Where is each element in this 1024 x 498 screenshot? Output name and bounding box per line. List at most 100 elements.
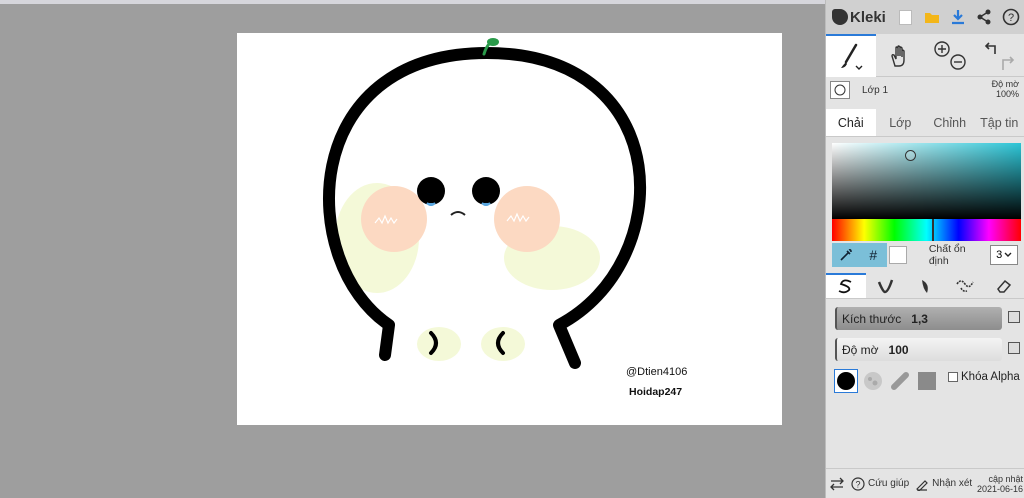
tip-square[interactable] <box>915 369 939 393</box>
brush-tips-row: Khóa Alpha <box>834 369 1024 393</box>
undo-icon[interactable] <box>985 41 997 54</box>
pixel-brush-icon <box>955 279 974 292</box>
update-label: cập nhật <box>988 473 1023 484</box>
update-date: 2021-06-16 <box>976 483 1023 494</box>
feedback-icon <box>916 479 929 491</box>
layer-preview-icon <box>834 84 846 96</box>
drawing-canvas[interactable]: @Dtien4106 Hoidap247 <box>237 33 782 425</box>
zoom-out-icon[interactable] <box>950 53 966 70</box>
redo-icon[interactable] <box>1002 55 1015 70</box>
hand-tool-button[interactable] <box>876 34 926 77</box>
panel-tabs: Chải Lớp Chỉnh Tập tin <box>826 109 1024 137</box>
round-tip-icon <box>837 372 855 390</box>
color-cursor[interactable] <box>905 150 916 161</box>
eye-right <box>472 177 500 205</box>
brush-icon <box>840 43 863 70</box>
zoom-buttons <box>925 34 975 77</box>
swap-icon <box>830 477 844 490</box>
size-slider[interactable]: Kích thước 1,3 <box>835 307 1002 330</box>
opacity-slider-row: Độ mờ 100 <box>826 338 1024 361</box>
share-button[interactable] <box>971 0 997 34</box>
layer-name: Lớp 1 <box>862 84 889 96</box>
size-pressure-toggle[interactable] <box>1008 311 1020 323</box>
panel-header: Kleki ? <box>826 0 1024 34</box>
smudge-brush-icon <box>921 279 928 293</box>
brush-tool-button[interactable] <box>826 34 876 77</box>
blush-left <box>361 186 427 252</box>
zoom-in-icon[interactable] <box>934 40 950 57</box>
alpha-lock-label: Khóa Alpha <box>961 371 1020 383</box>
brush-blend[interactable] <box>866 273 906 298</box>
size-value: 1,3 <box>911 311 928 326</box>
feedback-link[interactable]: Nhận xét <box>912 477 975 491</box>
brush-pixel[interactable] <box>945 273 985 298</box>
stabilizer-label: Chất ổn định <box>928 243 966 267</box>
hand-icon <box>891 44 905 67</box>
hue-cursor[interactable] <box>932 219 934 241</box>
brush-type-row <box>826 273 1024 299</box>
tab-layers[interactable]: Lớp <box>876 109 926 136</box>
alpha-lock-checkbox[interactable] <box>948 372 958 382</box>
textured-tip-icon <box>864 372 882 390</box>
bottom-glow-left <box>417 327 461 361</box>
opacity-pressure-toggle[interactable] <box>1008 342 1020 354</box>
pen-brush-icon <box>838 279 852 293</box>
opacity-value: 100 <box>888 342 909 357</box>
tip-textured[interactable] <box>861 369 885 393</box>
tab-brush[interactable]: Chải <box>826 109 876 136</box>
swap-panel-button[interactable] <box>826 477 848 491</box>
app-logo[interactable]: Kleki <box>832 9 892 26</box>
hue-slider[interactable] <box>832 219 1021 241</box>
line-tip-icon <box>891 372 909 390</box>
layer-opacity-label: Độ mờ <box>991 79 1019 89</box>
download-icon <box>952 10 965 25</box>
help-icon: ? <box>1002 8 1020 26</box>
eye-left <box>417 177 445 205</box>
alpha-lock[interactable]: Khóa Alpha <box>948 371 1020 383</box>
right-panel: Kleki ? Lớp 1 Độ mờ 100% Chải Lớp Chỉnh … <box>825 0 1024 498</box>
feedback-label: Nhận xét <box>932 478 973 489</box>
tool-row <box>826 34 1024 77</box>
layer-row[interactable]: Lớp 1 Độ mờ 100% <box>826 77 1024 103</box>
tip-round[interactable] <box>834 369 858 393</box>
save-button[interactable] <box>945 0 971 34</box>
opacity-slider[interactable]: Độ mờ 100 <box>835 338 1002 361</box>
help-button[interactable]: ? <box>998 0 1024 34</box>
blend-brush-icon <box>878 279 894 293</box>
update-info[interactable]: cập nhật 2021-06-16 <box>977 474 1024 494</box>
svg-text:?: ? <box>855 479 860 489</box>
tear-left <box>426 202 436 206</box>
tear-right <box>481 202 491 206</box>
eyedropper-icon <box>840 248 852 261</box>
color-controls: # Chất ổn định 3 <box>832 243 1018 267</box>
tip-line[interactable] <box>888 369 912 393</box>
new-image-icon <box>898 9 912 25</box>
undo-redo-buttons <box>975 34 1024 77</box>
brush-smudge[interactable] <box>905 273 945 298</box>
open-button[interactable] <box>919 0 945 34</box>
layer-opacity: Độ mờ 100% <box>992 79 1019 99</box>
kleki-logo-icon <box>832 9 848 25</box>
layer-thumbnail <box>830 81 850 99</box>
hex-input-button[interactable]: # <box>859 243 888 267</box>
size-slider-row: Kích thước 1,3 <box>826 307 1024 330</box>
color-picker: # Chất ổn định 3 <box>826 137 1024 267</box>
watermark-handle: @Dtien4106 <box>626 366 688 378</box>
secondary-color-swatch[interactable] <box>889 246 907 264</box>
help-link[interactable]: ? Cứu giúp <box>848 476 912 491</box>
drawing-artwork <box>323 38 646 369</box>
brush-eraser[interactable] <box>984 273 1024 298</box>
folder-icon <box>924 13 939 23</box>
new-image-button[interactable] <box>892 0 918 34</box>
size-label: Kích thước <box>842 311 902 326</box>
stabilizer-select[interactable]: 3 <box>990 245 1018 265</box>
brush-pen[interactable] <box>826 273 866 298</box>
workspace[interactable]: @Dtien4106 Hoidap247 <box>0 4 825 498</box>
opacity-label: Độ mờ <box>842 342 879 357</box>
eyedropper-button[interactable] <box>832 243 860 267</box>
saturation-value-field[interactable] <box>832 143 1021 219</box>
tab-edit[interactable]: Chỉnh <box>925 109 975 136</box>
stabilizer-value: 3 <box>996 249 1003 261</box>
watermark-site: Hoidap247 <box>629 386 683 398</box>
tab-file[interactable]: Tập tin <box>975 109 1024 136</box>
